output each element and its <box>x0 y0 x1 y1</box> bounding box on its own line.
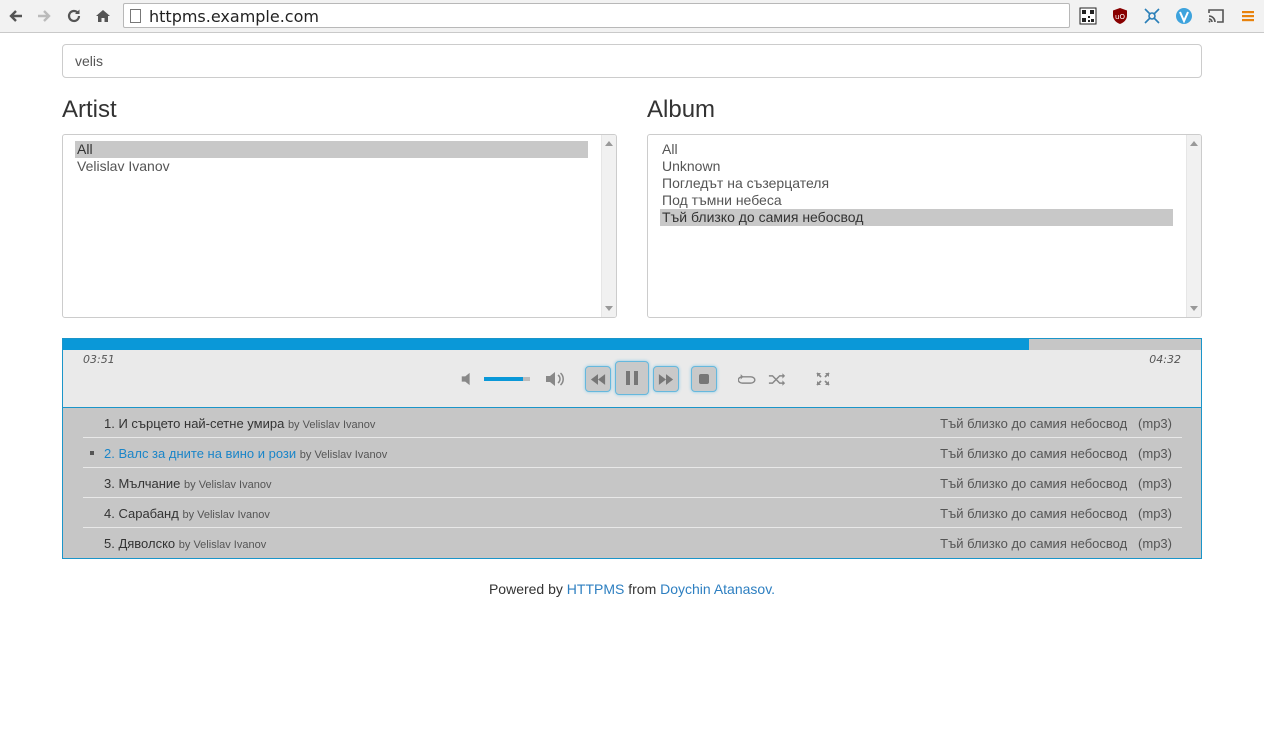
track-title[interactable]: 3. Мълчание <box>104 476 180 491</box>
player-controls <box>63 359 1201 407</box>
search-input[interactable] <box>62 44 1202 78</box>
track-artist: by Velislav Ivanov <box>287 419 376 431</box>
volume-fill <box>484 377 524 381</box>
audio-player: 03:51 04:32 1. И сърцето най-сетне умира… <box>62 338 1202 559</box>
playlist-row[interactable]: 1. И сърцето най-сетне умира by Velislav… <box>83 408 1182 438</box>
track-album: Тъй близко до самия небосвод <box>940 446 1128 461</box>
album-option[interactable]: Под тъмни небеса <box>660 192 1173 209</box>
artist-listbox[interactable]: All Velislav Ivanov <box>62 134 617 318</box>
artist-option[interactable]: All <box>75 141 588 158</box>
home-icon[interactable] <box>92 5 114 27</box>
pause-icon <box>626 371 638 385</box>
album-option[interactable]: Unknown <box>660 158 1173 175</box>
album-option[interactable]: All <box>660 141 1173 158</box>
seek-bar-fill <box>63 339 1030 350</box>
ublock-icon[interactable]: uO <box>1110 6 1130 26</box>
track-album: Тъй близко до самия небосвод <box>940 416 1128 431</box>
track-format: (mp3) <box>1138 446 1172 461</box>
footer-middle: from <box>628 581 657 597</box>
artist-heading: Artist <box>62 96 117 123</box>
seek-bar[interactable] <box>63 339 1201 350</box>
track-format: (mp3) <box>1138 536 1172 551</box>
stop-icon <box>699 374 709 384</box>
track-format: (mp3) <box>1138 476 1172 491</box>
artist-scrollbar[interactable] <box>601 135 616 317</box>
artist-option[interactable]: Velislav Ivanov <box>75 158 588 175</box>
playlist-row[interactable]: 5. Дяволско by Velislav Ivanov Тъй близко… <box>83 528 1182 558</box>
playlist: 1. И сърцето най-сетне умира by Velislav… <box>63 407 1201 558</box>
footer-prefix: Powered by <box>488 581 563 597</box>
track-album: Тъй близко до самия небосвод <box>940 506 1128 521</box>
track-album: Тъй близко до самия небосвод <box>940 476 1128 491</box>
rewind-button[interactable] <box>585 366 611 392</box>
menu-icon[interactable] <box>1238 6 1258 26</box>
album-listbox[interactable]: All Unknown Погледът на съзерцателя Под тъм… <box>647 134 1202 318</box>
rewind-icon <box>590 373 606 385</box>
track-title[interactable]: 4. Сарабанд <box>104 506 179 521</box>
playlist-row[interactable]: 4. Сарабанд by Velislav Ivanov Тъй близко… <box>83 498 1182 528</box>
now-playing-bullet <box>90 451 94 455</box>
volume-slider[interactable] <box>484 377 530 381</box>
track-artist: by Velislav Ivanov <box>178 539 267 551</box>
volume-max-icon[interactable] <box>544 370 566 388</box>
network-extension-icon[interactable] <box>1142 6 1162 26</box>
album-scrollbar[interactable] <box>1186 135 1201 317</box>
author-link[interactable]: Doychin Atanasov. <box>660 581 775 597</box>
pause-button[interactable] <box>615 361 649 395</box>
httpms-link[interactable]: HTTPMS <box>567 581 625 597</box>
mute-icon[interactable] <box>459 370 475 388</box>
fullscreen-icon[interactable] <box>813 370 833 388</box>
scroll-up-icon[interactable] <box>605 141 613 146</box>
fast-forward-icon <box>658 373 674 385</box>
repeat-icon[interactable] <box>737 370 757 388</box>
album-heading: Album <box>647 96 716 123</box>
track-artist: by Velislav Ivanov <box>299 449 388 461</box>
album-option[interactable]: Погледът на съзерцателя <box>660 175 1173 192</box>
track-artist: by Velislav Ivanov <box>184 479 272 491</box>
back-arrow-icon[interactable] <box>5 5 27 27</box>
address-bar[interactable]: httpms.example.com <box>123 3 1070 28</box>
svg-text:uO: uO <box>1115 13 1125 21</box>
playlist-row[interactable]: 3. Мълчание by Velislav Ivanov Тъй близко… <box>83 468 1182 498</box>
scroll-down-icon[interactable] <box>605 306 613 311</box>
scroll-up-icon[interactable] <box>1190 141 1198 146</box>
page-icon <box>130 9 141 23</box>
playlist-row[interactable]: 2. Валс за дните на вино и рози by Velis… <box>83 438 1182 468</box>
track-title[interactable]: 5. Дяволско <box>104 536 175 551</box>
cast-icon[interactable] <box>1206 6 1226 26</box>
stop-button[interactable] <box>691 366 717 392</box>
url-text: httpms.example.com <box>149 7 319 26</box>
shuffle-icon[interactable] <box>767 370 787 388</box>
track-title[interactable]: 1. И сърцето най-сетне умира <box>104 416 284 431</box>
browser-toolbar: httpms.example.com uO <box>0 0 1264 33</box>
track-title[interactable]: 2. Валс за дните на вино и рози <box>104 446 296 461</box>
v-extension-icon[interactable] <box>1174 6 1194 26</box>
album-option[interactable]: Тъй близко до самия небосвод <box>660 209 1173 226</box>
footer: Powered by HTTPMS from Doychin Atanasov. <box>0 581 1264 597</box>
fast-forward-button[interactable] <box>653 366 679 392</box>
reload-icon[interactable] <box>63 5 85 27</box>
scroll-down-icon[interactable] <box>1190 306 1198 311</box>
forward-arrow-icon[interactable] <box>33 5 55 27</box>
track-artist: by Velislav Ivanov <box>182 509 270 521</box>
track-album: Тъй близко до самия небосвод <box>940 536 1128 551</box>
qr-code-icon[interactable] <box>1078 6 1098 26</box>
track-format: (mp3) <box>1138 506 1172 521</box>
track-format: (mp3) <box>1138 416 1172 431</box>
